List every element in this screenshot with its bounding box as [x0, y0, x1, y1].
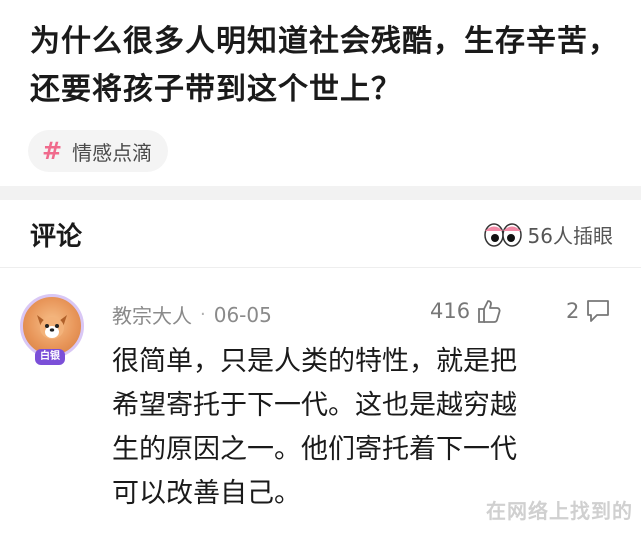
reactions-summary[interactable]: 56人插眼: [483, 220, 613, 249]
comments-title: 评论: [30, 222, 83, 252]
eyes-icon: [483, 222, 522, 247]
hash-icon: #: [42, 137, 63, 165]
avatar[interactable]: 白银: [20, 294, 84, 365]
topic-tag-label: 情感点滴: [72, 140, 153, 165]
question-block: 为什么很多人明知道社会残酷，生存辛苦，还要将孩子带到这个世上？ # 情感点滴: [0, 0, 641, 198]
reply-button[interactable]: 2: [566, 298, 611, 324]
comment-author[interactable]: 教宗大人: [112, 300, 192, 329]
meta-separator: ·: [200, 304, 206, 325]
dog-avatar-icon: [37, 315, 67, 339]
level-badge: 白银: [35, 349, 65, 365]
thumbs-up-icon: [478, 300, 501, 323]
section-divider: [0, 186, 641, 200]
comment-body: 很简单，只是人类的特性，就是把希望寄托于下一代。这也是越穷越生的原因之一。他们寄…: [112, 346, 517, 509]
reply-icon: [587, 300, 610, 322]
watermark: 在网络上找到的: [486, 499, 633, 523]
reactions-count: 56人插眼: [527, 224, 613, 248]
topic-tag[interactable]: # 情感点滴: [28, 130, 169, 172]
question-title: 为什么很多人明知道社会残酷，生存辛苦，还要将孩子带到这个世上？: [30, 24, 619, 107]
comment-meta: 教宗大人 · 06-05: [112, 300, 272, 329]
comments-header: 评论 56人插眼: [0, 200, 641, 268]
comment-date: 06-05: [213, 302, 272, 327]
reply-count: 2: [566, 299, 580, 323]
like-count: 416: [430, 299, 471, 323]
like-button[interactable]: 416: [430, 298, 502, 324]
